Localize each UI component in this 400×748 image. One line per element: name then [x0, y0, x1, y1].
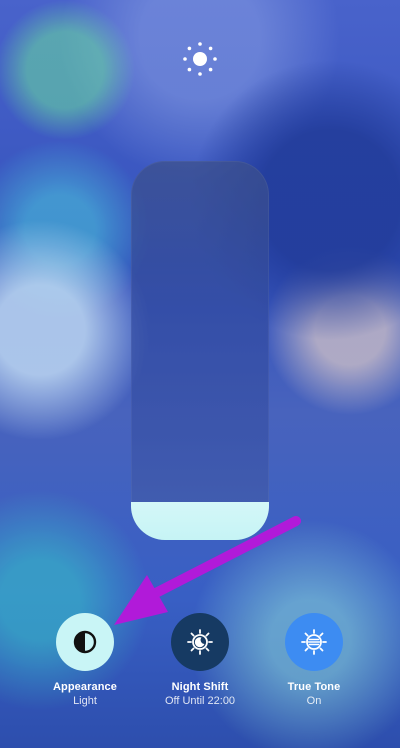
true-tone-subtitle: On [306, 695, 322, 707]
appearance-title: Appearance [53, 681, 117, 693]
appearance-control: Appearance Light [25, 613, 145, 708]
true-tone-title: True Tone [287, 681, 341, 693]
true-tone-icon [301, 629, 327, 655]
appearance-button[interactable] [56, 613, 114, 671]
night-shift-control: Night Shift Off Until 22:00 [140, 613, 260, 708]
appearance-icon [73, 630, 97, 654]
brightness-level-fill [131, 502, 269, 540]
display-controls: Appearance Light Night Shift Off Until 2… [0, 613, 400, 723]
sun-icon [183, 42, 217, 76]
night-shift-subtitle: Off Until 22:00 [164, 695, 236, 707]
brightness-slider[interactable] [131, 161, 269, 540]
night-shift-title: Night Shift [171, 681, 229, 693]
appearance-subtitle: Light [73, 695, 97, 707]
true-tone-button[interactable] [285, 613, 343, 671]
true-tone-control: True Tone On [254, 613, 374, 708]
night-shift-button[interactable] [171, 613, 229, 671]
night-shift-icon [187, 629, 213, 655]
